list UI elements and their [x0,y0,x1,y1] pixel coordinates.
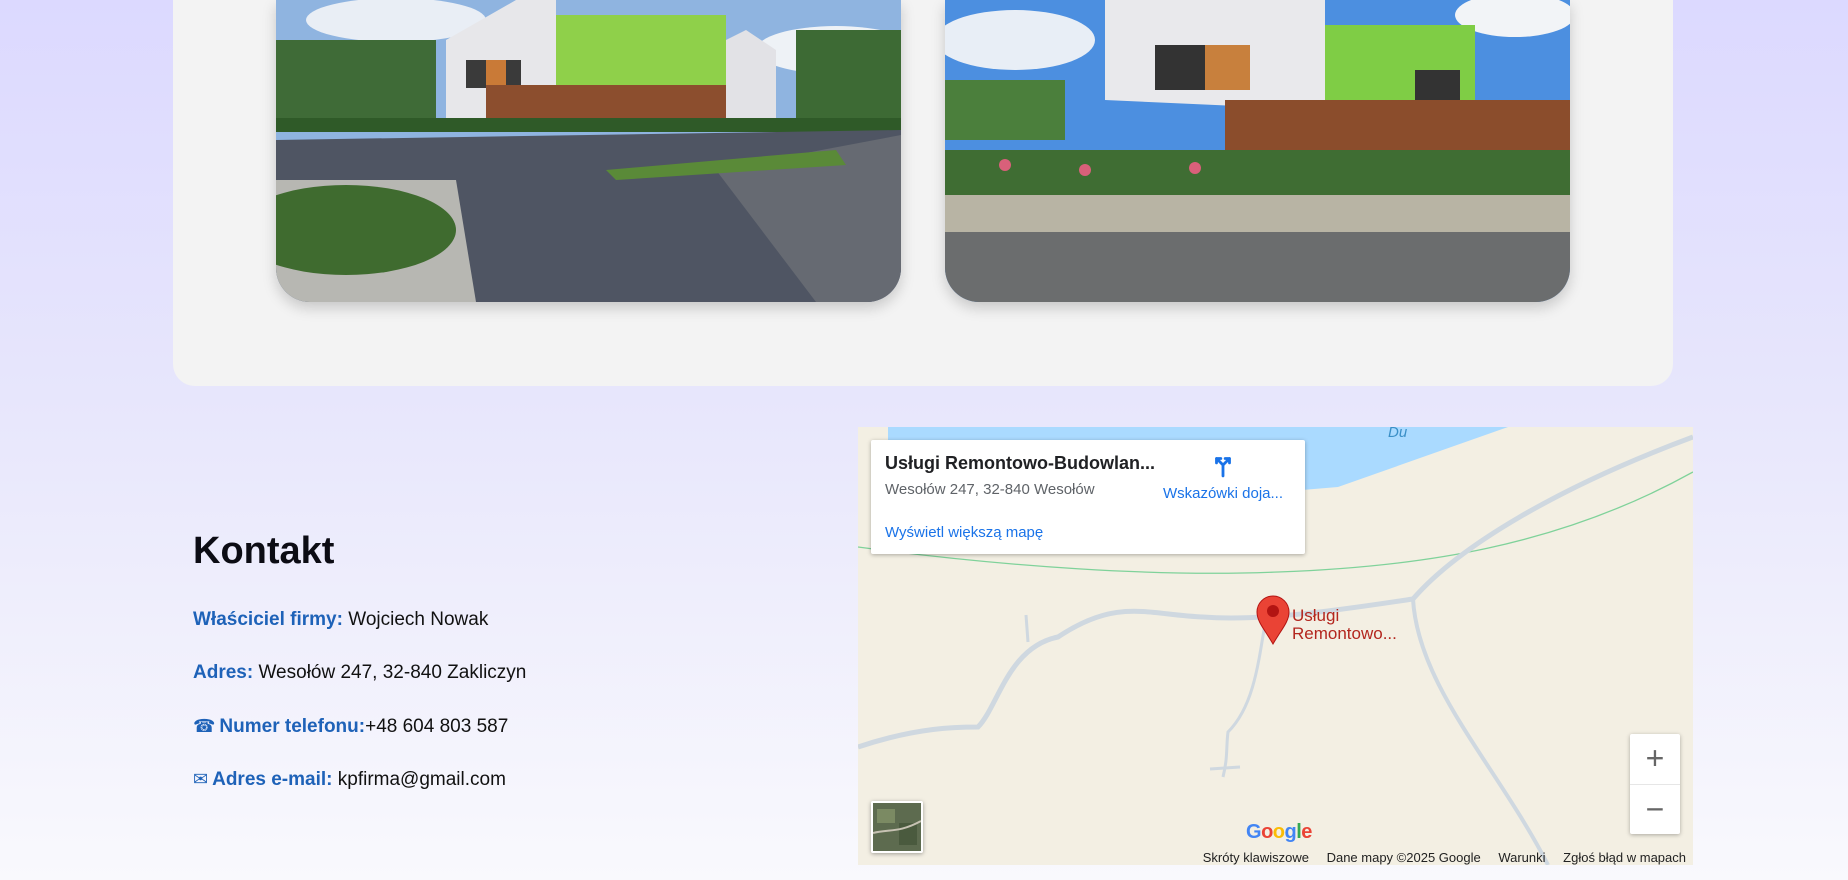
owner-value: Wojciech Nowak [348,609,489,630]
phone-icon: ☎ [193,716,216,736]
phone-label: Numer telefonu: [219,716,366,737]
road-4 [1221,616,1268,778]
zoom-in-button[interactable]: + [1630,734,1680,784]
address-line: Adres: Wesołów 247, 32-840 Zakliczyn [193,662,526,684]
building-photo-1 [276,0,901,302]
road-3 [1411,598,1550,865]
directions-button[interactable]: Wskazówki doja... [1153,452,1293,502]
place-title: Usługi Remontowo-Budowlan... [885,453,1155,473]
phone-value[interactable]: +48 604 803 587 [365,716,508,737]
contact-heading: Kontakt [193,530,335,572]
address-value: Wesołów 247, 32-840 Zakliczyn [258,662,527,683]
directions-label: Wskazówki doja... [1162,485,1284,502]
owner-label: Właściciel firmy: [193,609,343,630]
zoom-out-button[interactable]: − [1630,784,1680,835]
email-label: Adres e-mail: [212,769,333,790]
report-error-link[interactable]: Zgłoś błąd w mapach [1563,850,1686,865]
pin-label-line2: Remontowo... [1292,624,1397,643]
place-address: Wesołów 247, 32-840 Wesołów [885,481,1095,498]
google-map[interactable]: Du Usługi Remontowo... Usługi Remontowo-… [858,427,1693,865]
pin-label-line1: Usługi [1292,606,1340,625]
address-label: Adres: [193,662,254,683]
road-2 [1411,434,1693,601]
zoom-control: + − [1630,734,1680,834]
owner-line: Właściciel firmy: Wojciech Nowak [193,609,488,631]
email-line: ✉ Adres e-mail: kpfirma@gmail.com [193,769,506,791]
google-logo: Google [1246,821,1312,843]
phone-line: ☎ Numer telefonu:+48 604 803 587 [193,716,508,738]
satellite-thumbnail-icon [873,803,921,851]
road-6 [1209,765,1241,771]
view-larger-map-link[interactable]: Wyświetl większą mapę [885,524,1043,541]
map-data-credit: Dane mapy ©2025 Google [1326,850,1481,865]
building-photo-2 [945,0,1570,302]
water-label: Du [1388,427,1408,441]
satellite-layer-button[interactable] [871,801,923,853]
map-footer: Skróty klawiszowe Dane mapy ©2025 Google… [1189,850,1686,865]
keyboard-shortcuts-link[interactable]: Skróty klawiszowe [1203,850,1309,865]
road-5 [1024,614,1030,643]
email-value[interactable]: kpfirma@gmail.com [338,769,506,790]
terms-link[interactable]: Warunki [1498,850,1545,865]
email-icon: ✉ [193,769,209,789]
place-info-card: Usługi Remontowo-Budowlan... Wesołów 247… [871,440,1305,554]
directions-icon [1215,457,1231,478]
pin-label[interactable]: Usługi Remontowo... [1292,607,1397,643]
